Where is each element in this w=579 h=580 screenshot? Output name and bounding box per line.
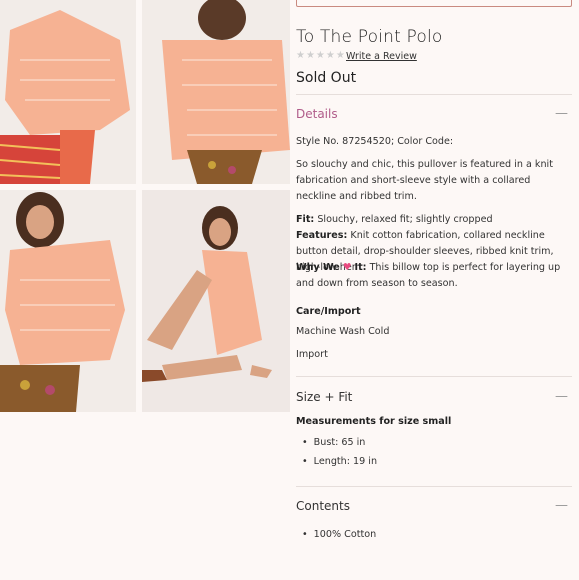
contents-accordion-header[interactable]: Contents — <box>296 498 572 513</box>
divider <box>296 486 572 487</box>
care-wash: Machine Wash Cold <box>296 326 390 337</box>
product-photo-1[interactable] <box>0 0 136 184</box>
list-item: 100% Cotton <box>302 529 377 540</box>
care-heading: Care/Import <box>296 306 361 317</box>
why-label-end: It: <box>354 262 367 273</box>
minus-icon[interactable]: — <box>555 389 568 404</box>
fit-line: Fit: Slouchy, relaxed fit; slightly crop… <box>296 212 572 228</box>
why-label: Why We <box>296 262 340 273</box>
add-to-bag-box[interactable] <box>296 0 572 7</box>
product-photo-3[interactable] <box>0 190 136 412</box>
list-item: Length: 19 in <box>302 456 377 467</box>
product-gallery <box>0 0 290 420</box>
size-fit-heading: Size + Fit <box>296 390 353 404</box>
features-label: Features: <box>296 230 348 241</box>
heart-icon: ♥ <box>342 262 352 273</box>
product-photo-2[interactable] <box>142 0 290 184</box>
rating-stars: ★★★★★ <box>296 50 346 61</box>
fit-label: Fit: <box>296 214 315 225</box>
product-title: To The Point Polo <box>296 27 443 47</box>
stock-status: Sold Out <box>296 70 357 86</box>
divider <box>296 94 572 95</box>
details-accordion-header[interactable]: Details — <box>296 106 572 121</box>
minus-icon[interactable]: — <box>555 106 568 121</box>
measurements-heading: Measurements for size small <box>296 416 452 427</box>
contents-heading: Contents <box>296 499 350 513</box>
list-item: Bust: 65 in <box>302 437 366 448</box>
divider <box>296 376 572 377</box>
size-fit-accordion-header[interactable]: Size + Fit — <box>296 389 572 404</box>
style-number: Style No. 87254520; Color Code: <box>296 136 454 147</box>
care-import: Import <box>296 349 328 360</box>
description: So slouchy and chic, this pullover is fe… <box>296 159 553 202</box>
product-photo-4[interactable] <box>142 190 290 412</box>
why-line: Why We ♥ It: This billow top is perfect … <box>296 260 572 292</box>
minus-icon[interactable]: — <box>555 498 568 513</box>
details-heading: Details <box>296 107 338 121</box>
fit-text: Slouchy, relaxed fit; slightly cropped <box>317 214 493 225</box>
write-review-link[interactable]: Write a Review <box>346 51 417 62</box>
